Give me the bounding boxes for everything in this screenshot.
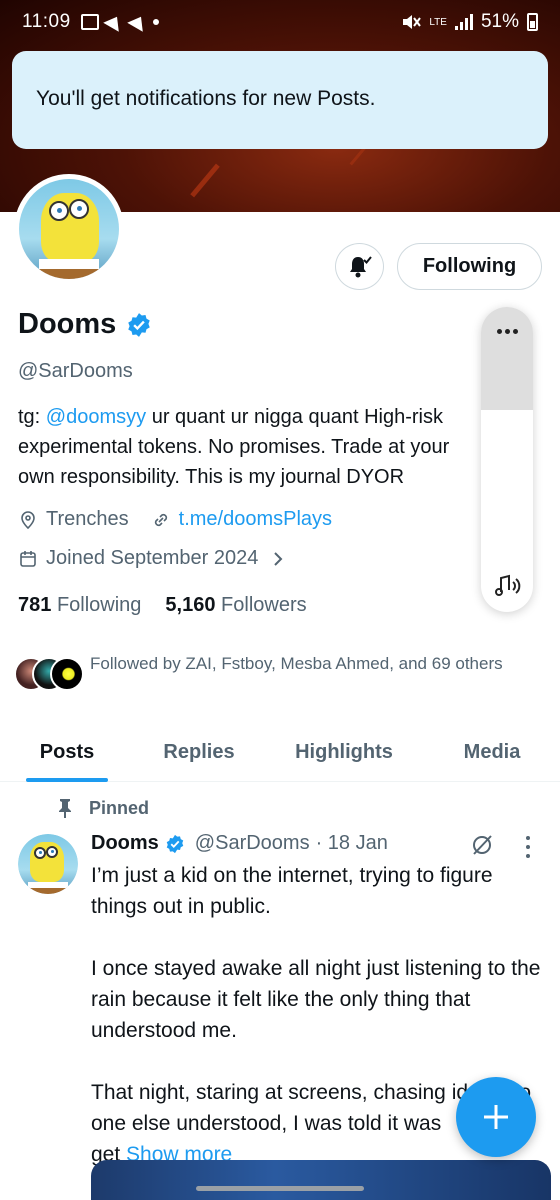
volume-more-icon[interactable] xyxy=(481,329,533,334)
tab-posts[interactable]: Posts xyxy=(0,722,134,782)
followers-count-link[interactable]: 5,160 Followers xyxy=(165,594,306,617)
music-volume-icon[interactable] xyxy=(491,570,523,602)
following-count-link[interactable]: 781 Following xyxy=(18,594,141,617)
post-date: · 18 Jan xyxy=(315,832,388,854)
profile-name-row: Dooms xyxy=(18,308,152,341)
toast-message: You'll get notifications for new Posts. xyxy=(36,87,376,110)
telegram-icon xyxy=(126,12,149,32)
gallery-icon xyxy=(80,14,99,30)
volume-level-fill xyxy=(481,307,533,410)
profile-tabs: Posts Replies Highlights Media xyxy=(0,722,560,782)
bell-check-icon xyxy=(349,255,372,277)
calendar-icon xyxy=(20,550,36,567)
profile-joined[interactable]: Joined September 2024 xyxy=(18,547,288,570)
post-author-handle: @SarDooms xyxy=(194,832,310,854)
more-vertical-icon[interactable] xyxy=(524,836,532,858)
pinned-label: Pinned xyxy=(55,797,149,819)
plus-icon xyxy=(484,1105,508,1129)
compose-button[interactable] xyxy=(456,1077,536,1157)
battery-percent: 51% xyxy=(480,11,519,32)
pin-icon xyxy=(59,799,71,818)
follow-counts: 781 Following 5,160 Followers xyxy=(18,594,307,617)
network-type: LTE xyxy=(429,16,447,28)
tab-media[interactable]: Media xyxy=(424,722,560,782)
bio-telegram-link[interactable]: @doomsyy xyxy=(46,406,146,428)
post-header: Dooms @SarDooms · 18 Jan xyxy=(91,832,388,855)
joined-date: Joined September 2024 xyxy=(46,547,259,569)
mutual-avatars xyxy=(14,657,86,693)
post-author-avatar[interactable] xyxy=(18,834,78,894)
profile-meta: Trenches t.me/doomsPlays xyxy=(18,508,332,531)
verified-badge-icon xyxy=(128,312,151,337)
verified-badge-icon xyxy=(166,834,184,853)
profile-bio: tg: @doomsyy ur quant ur nigga quant Hig… xyxy=(18,406,450,488)
tab-replies[interactable]: Replies xyxy=(134,722,264,782)
location-pin-icon xyxy=(21,510,35,529)
notification-toast: You'll get notifications for new Posts. xyxy=(12,51,548,149)
link-icon xyxy=(154,513,167,526)
active-tab-indicator xyxy=(26,778,108,782)
status-time: 11:09 xyxy=(22,11,71,32)
notifications-bell-button[interactable] xyxy=(335,243,384,290)
profile-location: Trenches xyxy=(46,508,129,530)
post-media[interactable] xyxy=(91,1160,551,1200)
followed-by-text: Followed by ZAI, Fstboy, Mesba Ahmed, an… xyxy=(90,654,503,673)
chevron-right-icon xyxy=(274,551,283,566)
followed-by[interactable]: Followed by ZAI, Fstboy, Mesba Ahmed, an… xyxy=(14,651,520,693)
battery-icon xyxy=(527,13,538,31)
grok-icon[interactable] xyxy=(470,833,494,857)
more-notifications-icon xyxy=(152,19,159,25)
home-indicator[interactable] xyxy=(196,1186,364,1191)
signal-icon xyxy=(454,14,473,30)
mute-icon xyxy=(403,15,422,29)
tab-highlights[interactable]: Highlights xyxy=(264,722,424,782)
profile-handle: @SarDooms xyxy=(18,360,133,382)
profile-avatar[interactable] xyxy=(14,174,124,284)
profile-website-link[interactable]: t.me/doomsPlays xyxy=(179,508,332,531)
following-button[interactable]: Following xyxy=(397,243,542,290)
volume-panel[interactable] xyxy=(481,307,533,612)
avatar xyxy=(50,657,84,691)
post-author-name[interactable]: Dooms xyxy=(91,832,159,855)
telegram-icon xyxy=(102,12,125,32)
profile-name: Dooms xyxy=(18,308,117,340)
status-bar: 11:09 LTE 51% xyxy=(0,0,560,44)
